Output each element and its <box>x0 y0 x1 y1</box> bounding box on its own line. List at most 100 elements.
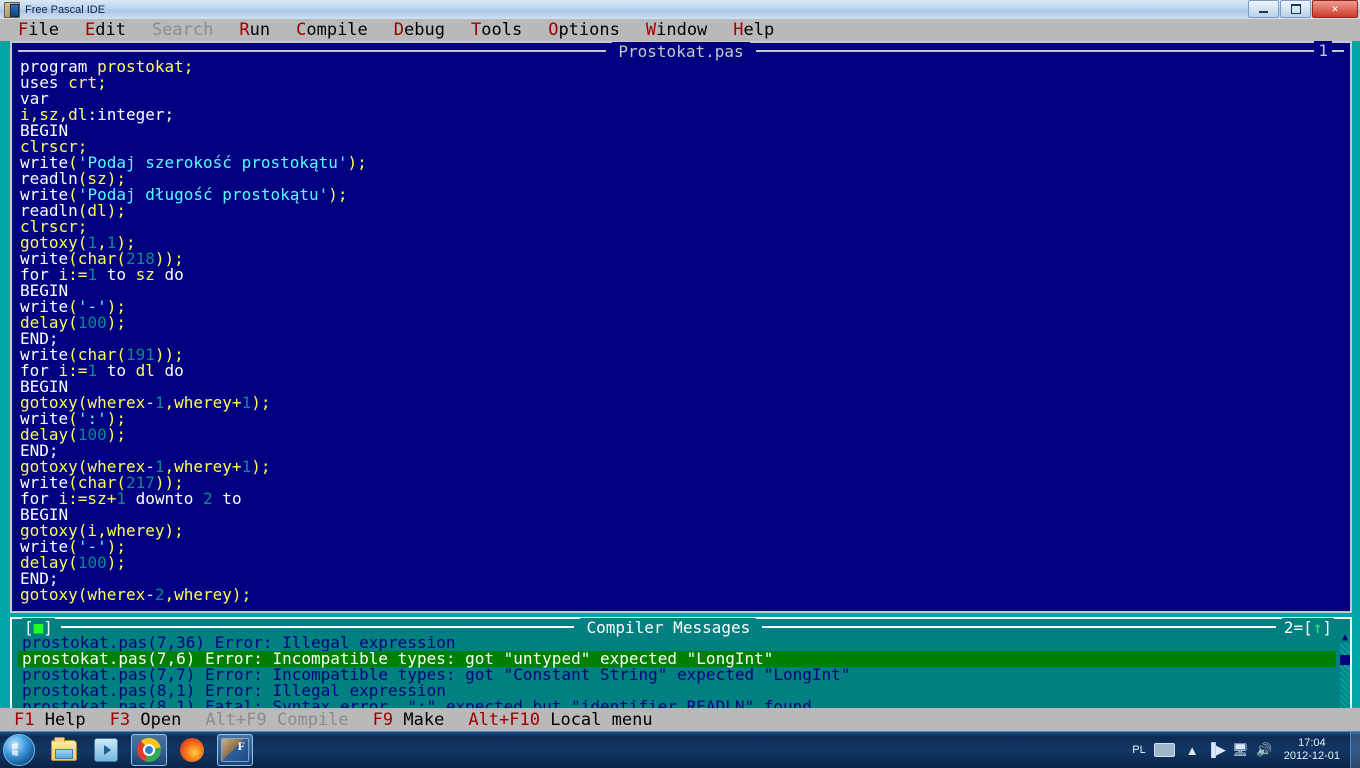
status-open[interactable]: F3 Open <box>110 710 182 730</box>
compiler-messages-list[interactable]: prostokat.pas(7,36) Error: Illegal expre… <box>18 635 1336 713</box>
show-hidden-icons-arrow-icon[interactable]: ▲ <box>1184 742 1201 759</box>
taskbar-item-google-chrome[interactable] <box>131 734 167 766</box>
menu-compile[interactable]: Compile <box>296 19 368 41</box>
menu-file[interactable]: File <box>18 19 59 41</box>
window-controls: ✕ <box>1248 0 1358 18</box>
start-button[interactable] <box>3 734 35 766</box>
code-token: to <box>212 489 242 508</box>
code-token: :integer; <box>87 105 175 124</box>
menu-search: Search <box>152 19 213 41</box>
code-line: gotoxy(wherex-2,wherey); <box>20 587 1346 603</box>
code-line: uses crt; <box>20 75 1346 91</box>
code-line: delay(100); <box>20 315 1346 331</box>
free-pascal-icon <box>4 1 20 18</box>
code-token: 100 <box>77 553 107 572</box>
code-line: write('-'); <box>20 539 1346 555</box>
editor-window[interactable]: Prostokat.pas 1 program prostokat; uses c… <box>10 41 1352 613</box>
status-help[interactable]: F1 Help <box>14 710 86 730</box>
code-token: 100 <box>77 425 107 444</box>
code-token: ( <box>68 425 78 444</box>
taskbar-item-windows-explorer[interactable] <box>47 735 81 765</box>
close-box-icon[interactable]: [■] <box>22 617 55 637</box>
code-token: ); <box>106 425 126 444</box>
free-pascal-ide: File Edit Search Run Compile Debug Tools Option… <box>0 19 1360 732</box>
menu-edit[interactable]: Edit <box>85 19 126 41</box>
menu-options[interactable]: Options <box>548 19 620 41</box>
firefox-icon <box>180 738 204 762</box>
menu-label: dit <box>95 20 126 40</box>
language-indicator[interactable]: PL <box>1132 744 1145 756</box>
menu-debug[interactable]: Debug <box>394 19 445 41</box>
window-number-and-zoom-icon[interactable]: 2=[↑] <box>1281 617 1334 637</box>
code-line: delay(100); <box>20 427 1346 443</box>
menu-hotkey: C <box>296 20 307 40</box>
scroll-up-arrow-icon[interactable]: ▲ <box>1340 633 1350 643</box>
code-token: dl <box>135 361 155 380</box>
code-line: write('Podaj długość prostokątu'); <box>20 187 1346 203</box>
status-hotkey: F9 <box>372 710 404 730</box>
title-rule-right <box>755 50 1345 52</box>
volume-icon[interactable]: 🔊 <box>1256 742 1273 759</box>
code-line: gotoxy(wherex-1,wherey+1); <box>20 395 1346 411</box>
vertical-scrollbar[interactable]: ▲ <box>1340 633 1350 713</box>
menu-hotkey: F <box>18 20 29 40</box>
code-line: program prostokat; <box>20 59 1346 75</box>
close-button[interactable]: ✕ <box>1312 0 1358 18</box>
minimize-button[interactable] <box>1248 0 1279 18</box>
taskbar-item-windows-media-player[interactable] <box>89 735 123 765</box>
status-hotkey: Alt+F10 <box>468 710 551 730</box>
menu-label: earch <box>162 20 214 40</box>
show-desktop-button[interactable] <box>1350 732 1360 768</box>
clock[interactable]: 17:04 2012-12-01 <box>1284 737 1340 763</box>
code-token: ( <box>68 313 78 332</box>
menu-hotkey: W <box>645 20 657 40</box>
vertical-scroll-thumb[interactable] <box>1340 655 1350 665</box>
menu-label: un <box>249 20 271 40</box>
menu-help[interactable]: Help <box>733 19 774 41</box>
editor-titlebar: Prostokat.pas <box>12 41 1350 61</box>
menu-window[interactable]: Window <box>646 19 707 41</box>
code-line: write('-'); <box>20 299 1346 315</box>
taskbar-item-free-pascal-ide[interactable] <box>217 734 253 766</box>
clock-time: 17:04 <box>1298 737 1326 749</box>
taskbar-item-mozilla-firefox[interactable] <box>175 735 209 765</box>
ide-statusbar: F1 Help F3 Open Alt+F9 Compile F9 Make Alt+F… <box>0 708 1360 732</box>
status-hotkey: F1 <box>14 710 45 730</box>
code-line: write(':'); <box>20 411 1346 427</box>
code-line: BEGIN <box>20 283 1346 299</box>
folder-icon <box>51 736 77 761</box>
code-area[interactable]: program prostokat; uses crt; var i,sz,dl:in… <box>20 59 1346 611</box>
code-token: 1 <box>116 489 126 508</box>
menu-run[interactable]: Run <box>239 19 270 41</box>
code-token: do <box>154 265 184 284</box>
menu-hotkey: D <box>393 20 405 40</box>
code-token: (wherex- <box>77 585 155 604</box>
code-line: readln(dl); <box>20 203 1346 219</box>
code-line: write(char(191)); <box>20 347 1346 363</box>
windows-taskbar: PL ▲ ▐▶ 🖥 🔊 17:04 2012-12-01 <box>0 731 1360 768</box>
code-token: crt; <box>68 73 107 92</box>
maximize-button[interactable] <box>1280 0 1311 18</box>
code-token: ); <box>251 393 271 412</box>
code-token: to <box>97 361 136 380</box>
compiler-messages-title: Compiler Messages <box>580 617 757 637</box>
code-token: ); <box>328 185 348 204</box>
code-line: clrscr; <box>20 219 1346 235</box>
keyboard-icon[interactable] <box>1153 743 1175 757</box>
code-line: for i:=1 to sz do <box>20 267 1346 283</box>
action-center-icon[interactable]: 🖥 <box>1232 742 1249 759</box>
code-line: for i:=1 to dl do <box>20 363 1346 379</box>
menu-tools[interactable]: Tools <box>471 19 522 41</box>
code-token: ); <box>347 153 367 172</box>
msg-rule-right <box>762 626 1276 628</box>
code-token: sz <box>135 265 155 284</box>
network-icon[interactable]: ▐▶ <box>1207 742 1226 759</box>
status-label: Compile <box>277 710 349 730</box>
code-token: ,wherey+ <box>164 393 242 412</box>
msg-rule-left <box>60 626 575 628</box>
code-token: 2 <box>203 489 213 508</box>
status-make[interactable]: F9 Make <box>373 710 445 730</box>
status-local-menu[interactable]: Alt+F10 Local menu <box>468 710 652 730</box>
code-line: gotoxy(wherex-1,wherey+1); <box>20 459 1346 475</box>
chrome-icon <box>137 738 161 762</box>
